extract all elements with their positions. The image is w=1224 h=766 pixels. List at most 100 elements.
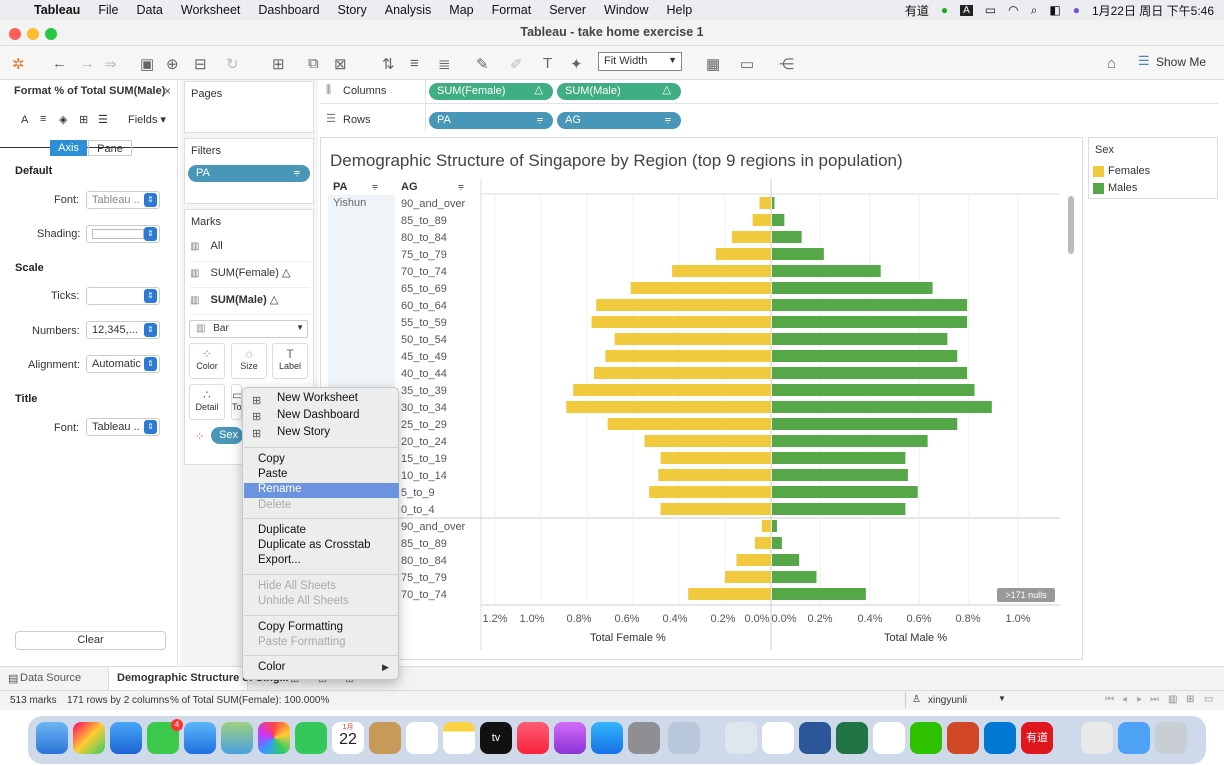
- show-cards-icon[interactable]: ▦: [706, 55, 720, 73]
- font-select[interactable]: Tableau .. ⇕: [86, 191, 160, 209]
- siri-icon[interactable]: ●: [1073, 3, 1080, 17]
- control-center-icon[interactable]: ◧: [1049, 3, 1060, 17]
- redo-icon[interactable]: →: [80, 55, 95, 72]
- header-pa[interactable]: PA: [333, 181, 347, 193]
- wechat-icon[interactable]: [910, 722, 942, 754]
- user-menu[interactable]: ♙ xingyunli ▼: [905, 692, 1008, 708]
- ticks-select[interactable]: ⇕: [86, 287, 160, 305]
- fix-axes-icon[interactable]: ✦: [570, 55, 583, 73]
- next-sheet-icon[interactable]: ▸: [1137, 694, 1142, 705]
- facetime-icon[interactable]: [295, 722, 327, 754]
- legend-item-females[interactable]: Females: [1108, 165, 1150, 177]
- shading-icon[interactable]: ◈: [59, 113, 67, 126]
- row-pill-ag[interactable]: AG ⩦: [557, 112, 681, 129]
- data-source-tab[interactable]: Data Source: [20, 672, 81, 684]
- fit-dropdown[interactable]: Fit Width ▼: [598, 52, 682, 71]
- menu-story[interactable]: Story: [338, 3, 367, 17]
- header-ag[interactable]: AG: [401, 181, 418, 193]
- search-icon[interactable]: ⌕: [1031, 3, 1038, 18]
- downloads-icon[interactable]: [1081, 722, 1113, 754]
- menu-item-new-dashboard[interactable]: New Dashboard: [277, 409, 359, 421]
- close-icon[interactable]: ×: [164, 84, 171, 98]
- scrollbar[interactable]: [1068, 196, 1074, 254]
- sort-icon[interactable]: ⩦: [458, 181, 464, 192]
- tab-pane[interactable]: Pane: [88, 140, 132, 156]
- excel-icon[interactable]: [836, 722, 868, 754]
- clock[interactable]: 1月22日 周日 下午5:46: [1092, 2, 1214, 19]
- save-icon[interactable]: ▣: [140, 55, 154, 73]
- app-menu[interactable]: Tableau: [34, 3, 80, 17]
- menu-item-duplicate[interactable]: Duplicate: [258, 524, 306, 536]
- menu-item-color[interactable]: Color: [258, 661, 285, 673]
- preview-icon[interactable]: [725, 722, 757, 754]
- mark-type-select[interactable]: ▥ Bar ▼: [189, 320, 308, 338]
- menu-data[interactable]: Data: [136, 3, 162, 17]
- show-mark-labels-icon[interactable]: T: [543, 55, 552, 72]
- input-method-icon[interactable]: A: [960, 4, 973, 16]
- menu-item-delete[interactable]: Delete: [258, 499, 291, 511]
- menu-item-copy[interactable]: Copy: [258, 453, 285, 465]
- menu-item-rename[interactable]: Rename: [258, 483, 301, 495]
- menu-item-unhide-all-sheets[interactable]: Unhide All Sheets: [258, 595, 349, 607]
- maps-icon[interactable]: [221, 722, 253, 754]
- color-button[interactable]: ⁘ Color: [189, 343, 225, 379]
- powerpoint-icon[interactable]: [947, 722, 979, 754]
- marks-row-male[interactable]: ▥ SUM(Male) △: [190, 293, 310, 315]
- clear-sheet-icon[interactable]: ⊠: [334, 55, 347, 73]
- title-font-select[interactable]: Tableau .. ⇕: [86, 418, 160, 436]
- sort-descending-icon[interactable]: ≣: [438, 55, 451, 73]
- format-painter-icon[interactable]: ⌂: [1107, 55, 1116, 72]
- system-settings-icon[interactable]: [628, 722, 660, 754]
- battery-icon[interactable]: ▭: [985, 3, 996, 17]
- swap-rows-columns-icon[interactable]: ⇅: [382, 55, 395, 73]
- menu-item-new-story[interactable]: New Story: [277, 426, 330, 438]
- share-icon[interactable]: ⋲: [779, 55, 794, 73]
- duplicate-sheet-icon[interactable]: ⧉: [308, 55, 319, 72]
- fields-dropdown[interactable]: Fields ▾: [128, 113, 166, 126]
- size-button[interactable]: ◌ Size: [231, 343, 267, 379]
- numbers-select[interactable]: 12,345,... ⇕: [86, 321, 160, 339]
- menu-map[interactable]: Map: [449, 3, 473, 17]
- highlight-icon[interactable]: ✎: [476, 55, 489, 73]
- menu-item-export[interactable]: Export...: [258, 554, 301, 566]
- apple-tv-icon[interactable]: tv: [480, 722, 512, 754]
- safari-icon[interactable]: [110, 722, 142, 754]
- shading-select[interactable]: ⇕: [86, 225, 160, 243]
- finder-icon[interactable]: [36, 722, 68, 754]
- row-pill-pa[interactable]: PA ⩦: [429, 112, 553, 129]
- wechat-status-icon[interactable]: ●: [941, 3, 948, 17]
- menu-item-copy-formatting[interactable]: Copy Formatting: [258, 621, 343, 633]
- undo-icon[interactable]: ←: [52, 55, 67, 72]
- menu-worksheet[interactable]: Worksheet: [181, 3, 241, 17]
- launchpad-icon[interactable]: [73, 722, 105, 754]
- lines-icon[interactable]: ☰: [98, 113, 108, 126]
- youdao-status[interactable]: 有道: [905, 2, 929, 19]
- new-data-source-icon[interactable]: ⊕: [166, 55, 179, 73]
- replay-icon[interactable]: ⇒: [104, 55, 117, 73]
- prev-sheet-icon[interactable]: ◂: [1122, 694, 1127, 705]
- word-icon[interactable]: [799, 722, 831, 754]
- outlook-icon[interactable]: [984, 722, 1016, 754]
- borders-icon[interactable]: ⊞: [79, 113, 88, 126]
- tableau-icon[interactable]: [873, 722, 905, 754]
- menu-analysis[interactable]: Analysis: [385, 3, 432, 17]
- sort-ascending-icon[interactable]: ≡: [410, 55, 419, 72]
- sort-icon[interactable]: ⩦: [372, 181, 378, 192]
- nulls-badge[interactable]: >171 nulls: [997, 588, 1055, 602]
- detail-button[interactable]: ∴ Detail: [189, 384, 225, 420]
- font-format-icon[interactable]: A: [21, 114, 28, 126]
- applications-folder-icon[interactable]: [1118, 722, 1150, 754]
- tab-axis[interactable]: Axis: [50, 140, 87, 156]
- trash-icon[interactable]: [1155, 722, 1187, 754]
- reminders-icon[interactable]: [406, 722, 438, 754]
- group-members-icon[interactable]: ✐: [510, 55, 523, 73]
- youdao-icon[interactable]: 有道: [1021, 722, 1053, 754]
- marks-row-all[interactable]: ▥ All: [190, 240, 310, 262]
- rstudio-icon[interactable]: [668, 722, 700, 754]
- show-sheet-sorter-icon[interactable]: ⊞: [1186, 694, 1194, 705]
- clear-button[interactable]: Clear: [15, 631, 166, 650]
- first-sheet-icon[interactable]: ⏮: [1105, 694, 1114, 705]
- refresh-icon[interactable]: ↻: [226, 55, 239, 73]
- show-me-button[interactable]: Show Me: [1156, 55, 1206, 69]
- sex-pill[interactable]: Sex: [211, 427, 243, 444]
